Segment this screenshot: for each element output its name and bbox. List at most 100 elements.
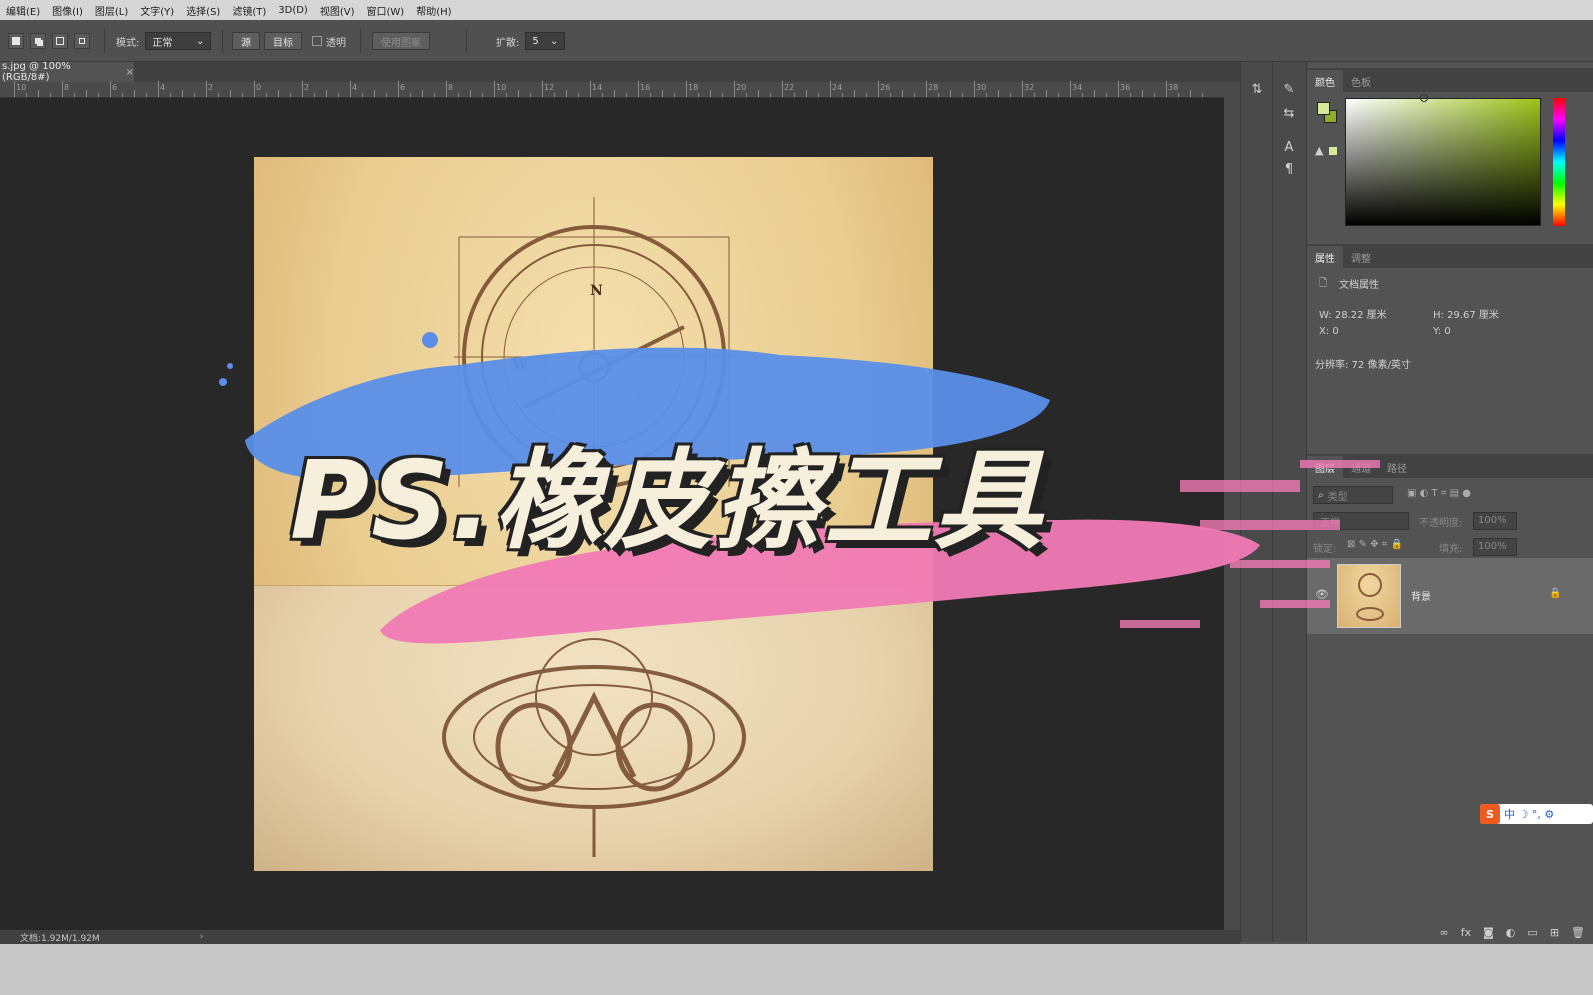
tab-paths[interactable]: 路径: [1379, 456, 1415, 478]
ruler-tick: [590, 81, 591, 97]
color-field[interactable]: [1345, 98, 1541, 226]
vertical-scrollbar[interactable]: [1224, 82, 1240, 930]
document-icon: 🗋: [1319, 278, 1328, 289]
chevron-right-icon[interactable]: ›: [200, 932, 204, 942]
trash-icon[interactable]: 🗑: [1571, 926, 1585, 939]
ruler-minor-tick: [506, 93, 507, 97]
menu-layer[interactable]: 图层(L): [89, 3, 134, 18]
tab-adjustments[interactable]: 调整: [1343, 246, 1379, 268]
menu-view[interactable]: 视图(V): [314, 3, 361, 18]
opacity-input[interactable]: 100%: [1473, 512, 1517, 530]
menu-window[interactable]: 窗口(W): [361, 3, 411, 18]
fill-input[interactable]: 100%: [1473, 538, 1517, 556]
mask-icon[interactable]: ◙: [1483, 926, 1494, 939]
blend-mode-dropdown[interactable]: 正常: [1313, 512, 1409, 530]
tab-layers[interactable]: 图层: [1307, 456, 1343, 478]
brush-settings-icon[interactable]: ⇆: [1281, 106, 1297, 122]
adjustment-icon[interactable]: ◐: [1506, 926, 1516, 939]
width-value[interactable]: W: 28.22 厘米: [1319, 306, 1387, 321]
brush-icon[interactable]: ✎: [1281, 82, 1297, 98]
document-tab[interactable]: s.jpg @ 100%(RGB/8#) ×: [0, 61, 134, 83]
target-button[interactable]: 目标: [264, 32, 302, 50]
transparent-checkbox[interactable]: [312, 36, 322, 46]
gamut-swatch[interactable]: [1329, 147, 1337, 155]
ruler-label: 2: [208, 83, 214, 92]
ruler-minor-tick: [122, 93, 123, 97]
separator: [466, 29, 467, 53]
tab-properties[interactable]: 属性: [1307, 246, 1343, 268]
ruler-minor-tick: [134, 90, 135, 97]
ime-toolbar[interactable]: S 中 ☽ °, ⚙: [1480, 804, 1593, 824]
character-icon[interactable]: A: [1281, 140, 1297, 156]
foreground-color-swatch[interactable]: [1317, 102, 1330, 115]
ruler-minor-tick: [530, 93, 531, 97]
menu-filter[interactable]: 滤镜(T): [226, 3, 272, 18]
folder-icon[interactable]: ▭: [1527, 926, 1537, 939]
layer-thumbnail: [1337, 564, 1401, 628]
tab-channels[interactable]: 通道: [1343, 456, 1379, 478]
ruler-tick: [110, 81, 111, 97]
color-picker-handle[interactable]: [1420, 94, 1428, 102]
subtract-selection-button[interactable]: [52, 33, 68, 49]
document-tab-title: s.jpg @ 100%(RGB/8#): [2, 61, 71, 83]
lock-icon: 🔒: [1549, 588, 1562, 599]
layer-filter-dropdown[interactable]: ⌕ 类型: [1313, 486, 1393, 504]
new-selection-button[interactable]: [8, 33, 24, 49]
menu-help[interactable]: 帮助(H): [410, 3, 457, 18]
options-bar: 模式: 正常 ⌄ 源 目标 透明 使用图案 扩散: 5 ⌄: [0, 20, 1593, 62]
source-button[interactable]: 源: [232, 32, 260, 50]
close-icon[interactable]: ×: [126, 67, 134, 78]
ruler-minor-tick: [842, 93, 843, 97]
ruler-minor-tick: [986, 93, 987, 97]
ruler-minor-tick: [50, 93, 51, 97]
use-pattern-button[interactable]: 使用图案: [372, 32, 430, 50]
tab-color[interactable]: 颜色: [1307, 70, 1343, 92]
height-value[interactable]: H: 29.67 厘米: [1433, 306, 1499, 321]
ruler-minor-tick: [194, 93, 195, 97]
ruler-label: 32: [1024, 83, 1035, 92]
ruler-minor-tick: [482, 93, 483, 97]
document-size[interactable]: 文档:1.92M/1.92M: [20, 931, 100, 944]
ruler-minor-tick: [1046, 90, 1047, 97]
menu-type[interactable]: 文字(Y): [134, 3, 180, 18]
diffusion-dropdown[interactable]: 5 ⌄: [525, 32, 566, 50]
ruler-minor-tick: [230, 90, 231, 97]
ruler-minor-tick: [758, 90, 759, 97]
fx-icon[interactable]: fx: [1461, 926, 1471, 939]
ruler-tick: [974, 81, 975, 97]
separator: [360, 29, 361, 53]
x-value[interactable]: X: 0: [1319, 326, 1339, 337]
horizontal-ruler[interactable]: 10 8 6 4 2 0 2 4 6 8 10 12 14 16 18 20 22 24 26 28 30 32 34 36 3…: [0, 81, 1224, 98]
sogou-logo-icon: S: [1480, 804, 1500, 824]
layer-row-background[interactable]: 👁 背景 🔒: [1307, 558, 1593, 634]
ruler-tick: [158, 81, 159, 97]
mode-dropdown[interactable]: 正常 ⌄: [145, 32, 212, 50]
ruler-minor-tick: [1142, 90, 1143, 97]
menu-3d[interactable]: 3D(D): [272, 5, 314, 16]
ruler-tick: [734, 81, 735, 97]
menu-image[interactable]: 图像(I): [46, 3, 89, 18]
warning-icon[interactable]: ▲: [1315, 144, 1323, 157]
intersect-selection-button[interactable]: [74, 33, 90, 49]
blend-mode-value: 正常: [1320, 517, 1340, 529]
lock-icons[interactable]: ⊠ ✎ ✥ ⌗ 🔒: [1347, 539, 1403, 550]
overlay-title: PS.橡皮擦工具: [290, 439, 1044, 564]
new-layer-icon[interactable]: ⊞: [1550, 926, 1559, 939]
layer-name[interactable]: 背景: [1411, 588, 1431, 603]
ruler-label: 34: [1072, 83, 1083, 92]
menu-edit[interactable]: 编辑(E): [0, 3, 46, 18]
hue-slider[interactable]: [1553, 98, 1565, 226]
ruler-minor-tick: [914, 93, 915, 97]
ruler-tick: [782, 81, 783, 97]
ime-status[interactable]: 中 ☽ °, ⚙: [1504, 806, 1554, 822]
menu-select[interactable]: 选择(S): [180, 3, 226, 18]
history-icon[interactable]: ⇅: [1249, 82, 1265, 98]
filter-icons[interactable]: ▣ ◐ T ⌗ ▤ ●: [1407, 488, 1471, 499]
link-icon[interactable]: ∞: [1440, 926, 1449, 939]
y-value[interactable]: Y: 0: [1433, 326, 1451, 337]
eye-icon[interactable]: 👁: [1315, 588, 1329, 601]
add-to-selection-button[interactable]: [30, 33, 46, 49]
ruler-minor-tick: [1010, 93, 1011, 97]
paragraph-icon[interactable]: ¶: [1281, 162, 1297, 178]
tab-swatches[interactable]: 色板: [1343, 70, 1379, 92]
